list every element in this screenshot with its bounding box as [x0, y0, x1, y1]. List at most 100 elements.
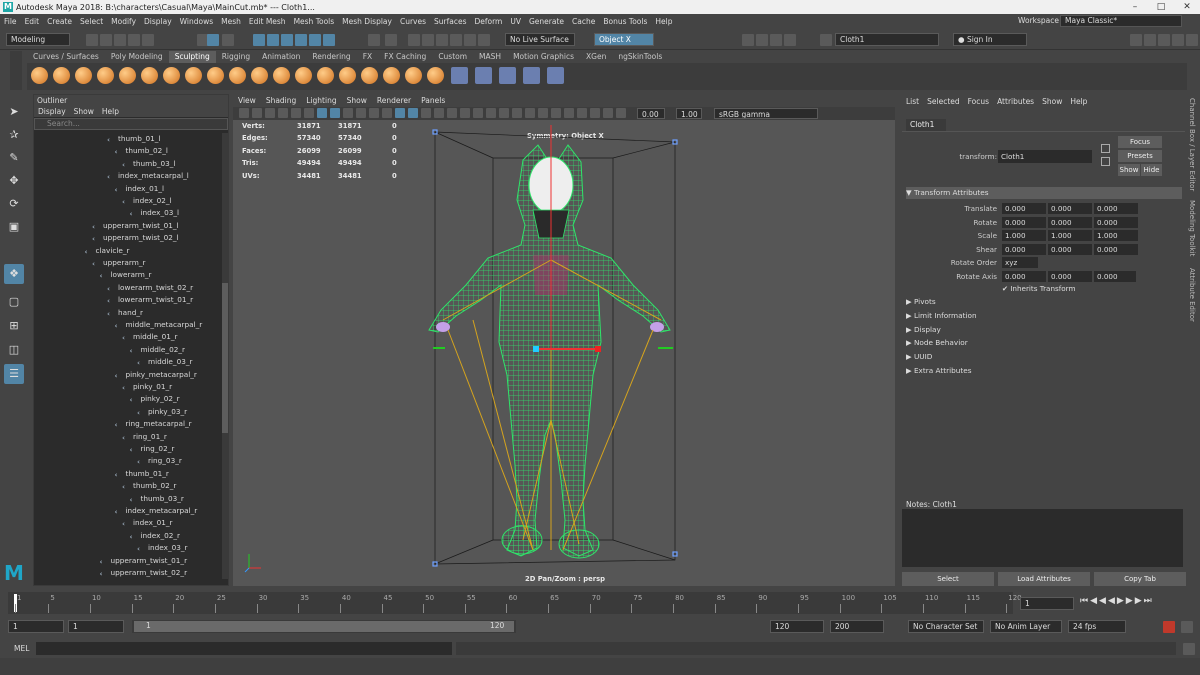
attr-shear-y[interactable]: 0.000 [1048, 244, 1092, 256]
shelf-tab-curves-surfaces[interactable]: Curves / Surfaces [27, 51, 105, 63]
outliner-item-lowerarm-r[interactable]: ‹ lowerarm_r [100, 269, 152, 281]
attr-scale-x[interactable]: 1.000 [1002, 230, 1046, 242]
amplify-icon[interactable] [383, 67, 400, 84]
viewport-menu-lighting[interactable]: Lighting [301, 95, 341, 107]
menu-create[interactable]: Create [43, 17, 76, 26]
outliner-item-middle-01-r[interactable]: ‹ middle_01_r [122, 331, 178, 343]
maximize-icon[interactable]: □ [1148, 0, 1174, 14]
outliner-item-index-01-r[interactable]: ‹ index_01_r [122, 517, 173, 529]
ipr-icon[interactable] [436, 34, 448, 46]
shelf-tab-fx[interactable]: FX [357, 51, 378, 63]
gamma-field[interactable]: 1.00 [676, 108, 702, 119]
section-uuid[interactable]: ▶ UUID [906, 351, 1182, 363]
freeze-icon[interactable] [405, 67, 422, 84]
fill-icon[interactable] [295, 67, 312, 84]
attr-scale-y[interactable]: 1.000 [1048, 230, 1092, 242]
command-input[interactable] [36, 642, 452, 655]
status-tool-icon-3[interactable] [784, 34, 796, 46]
outliner-item-upperarm-r[interactable]: ‹ upperarm_r [92, 257, 145, 269]
snap-grid-icon[interactable] [253, 34, 265, 46]
outliner-scrollbar[interactable] [222, 133, 228, 579]
wax-icon[interactable] [251, 67, 268, 84]
pinch-icon[interactable] [119, 67, 136, 84]
attr-translate-y[interactable]: 0.000 [1048, 203, 1092, 214]
rotate-axis-x[interactable]: 0.000 [1002, 271, 1046, 282]
menu-display[interactable]: Display [140, 17, 176, 26]
stamp-icon[interactable] [523, 67, 540, 84]
character-model[interactable] [233, 120, 895, 586]
viewport-tool-icon-22[interactable] [525, 108, 535, 118]
viewport-tool-icon-27[interactable] [590, 108, 600, 118]
outliner-menu-help[interactable]: Help [98, 106, 123, 117]
menu-windows[interactable]: Windows [176, 17, 217, 26]
close-icon[interactable]: ✕ [1174, 0, 1200, 14]
status-tool-icon-6[interactable] [1144, 34, 1156, 46]
soft-select-icon[interactable]: ❖ [4, 264, 24, 284]
viewport-tool-icon-29[interactable] [616, 108, 626, 118]
undo-icon[interactable] [128, 34, 140, 46]
grab-icon[interactable] [97, 67, 114, 84]
range-end-field[interactable]: 200 [830, 620, 884, 633]
smooth-icon[interactable] [53, 67, 70, 84]
menu-curves[interactable]: Curves [396, 17, 430, 26]
shelf-tab-custom[interactable]: Custom [432, 51, 473, 63]
viewport-tool-icon-18[interactable] [473, 108, 483, 118]
anim-layer-select[interactable]: No Anim Layer [990, 620, 1062, 633]
outliner-item-index-03-l[interactable]: ‹ index_03_l [130, 207, 180, 219]
outliner-item-upperarm-twist-02-l[interactable]: ‹ upperarm_twist_02_l [92, 232, 179, 244]
outliner-item-lowerarm-twist-02-r[interactable]: ‹ lowerarm_twist_02_r [107, 282, 193, 294]
attr-menu-help[interactable]: Help [1066, 95, 1091, 109]
attr-menu-selected[interactable]: Selected [923, 95, 964, 109]
playback-controls[interactable]: ⏮◀◀◀▶▶▶⏭ [1080, 596, 1154, 606]
viewport-tool-icon-19[interactable] [486, 108, 496, 118]
status-tool-icon-5[interactable] [1130, 34, 1142, 46]
step-back-key-icon[interactable]: ◀◀ [1090, 596, 1108, 606]
snap-view-icon[interactable] [309, 34, 321, 46]
playback-start-field[interactable]: 1 [68, 620, 124, 633]
object-name-field[interactable]: Cloth1 [835, 33, 939, 46]
viewport-tool-icon-21[interactable] [512, 108, 522, 118]
shelf-tab-ngskintools[interactable]: ngSkinTools [612, 51, 668, 63]
viewport-tool-icon-26[interactable] [577, 108, 587, 118]
outliner-item-pinky-01-r[interactable]: ‹ pinky_01_r [122, 381, 172, 393]
make-live-icon[interactable] [323, 34, 335, 46]
menu-set-select[interactable]: Modeling [6, 33, 70, 46]
snap-curve-icon[interactable] [267, 34, 279, 46]
symmetry-select[interactable]: Object X [594, 33, 654, 46]
viewport-tool-icon-20[interactable] [499, 108, 509, 118]
outliner-item-index-metacarpal-l[interactable]: ‹ index_metacarpal_l [107, 170, 189, 182]
relax-icon[interactable] [75, 67, 92, 84]
menu-edit-mesh[interactable]: Edit Mesh [245, 17, 290, 26]
attr-scale-z[interactable]: 1.000 [1094, 230, 1138, 242]
menu-deform[interactable]: Deform [470, 17, 506, 26]
outliner-item-thumb-03-l[interactable]: ‹ thumb_03_l [122, 158, 175, 170]
menu-help[interactable]: Help [651, 17, 676, 26]
section-limit-information[interactable]: ▶ Limit Information [906, 310, 1182, 322]
shelf-tab-poly-modeling[interactable]: Poly Modeling [105, 51, 169, 63]
viewport-tool-icon-0[interactable] [239, 108, 249, 118]
rotate-order-select[interactable]: xyz [1002, 257, 1038, 268]
status-tool-icon-8[interactable] [1172, 34, 1184, 46]
imprint-icon[interactable] [229, 67, 246, 84]
color-space-select[interactable]: sRGB gamma [714, 108, 818, 119]
attr-rotate-x[interactable]: 0.000 [1002, 216, 1046, 228]
viewport-tool-icon-7[interactable] [330, 108, 340, 118]
outliner-item-pinky-02-r[interactable]: ‹ pinky_02_r [130, 393, 180, 405]
workspace-select[interactable]: Maya Classic* [1060, 15, 1182, 27]
viewport-tool-icon-6[interactable] [317, 108, 327, 118]
attr-menu-show[interactable]: Show [1038, 95, 1066, 109]
viewport-menu-show[interactable]: Show [342, 95, 372, 107]
shelf-tab-sculpting[interactable]: Sculpting [168, 51, 216, 63]
outliner-menu-display[interactable]: Display [34, 106, 70, 117]
select-component-icon[interactable] [222, 34, 234, 46]
outliner-item-index-02-l[interactable]: ‹ index_02_l [122, 195, 172, 207]
shelf-tab-rigging[interactable]: Rigging [216, 51, 256, 63]
sculpt-icon[interactable] [31, 67, 48, 84]
transform-attributes-section[interactable]: ▼ Transform Attributes [906, 187, 1182, 199]
attr-shear-x[interactable]: 0.000 [1002, 244, 1046, 256]
two-layout-icon[interactable]: ◫ [4, 340, 24, 360]
viewport-tool-icon-25[interactable] [564, 108, 574, 118]
knife-icon[interactable] [317, 67, 334, 84]
attr-menu-list[interactable]: List [902, 95, 923, 109]
section-display[interactable]: ▶ Display [906, 324, 1182, 336]
